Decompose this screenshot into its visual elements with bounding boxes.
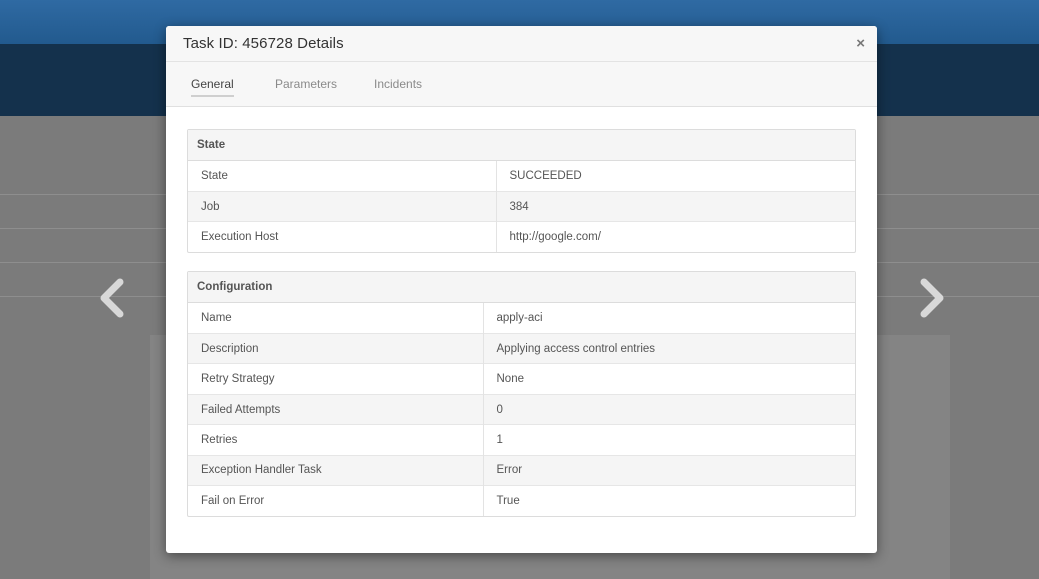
state-table: State SUCCEEDED Job 384 Execution Host h… — [188, 161, 855, 253]
row-key: Job — [188, 190, 497, 222]
row-key: State — [188, 161, 497, 192]
row-value: apply-aci — [496, 312, 543, 325]
active-tab-indicator — [191, 95, 234, 97]
section-title: State — [188, 130, 855, 161]
row-value: Applying access control entries — [483, 333, 855, 364]
row-key: Description — [188, 333, 484, 364]
configuration-table: Name apply-aci Description Applying acce… — [188, 303, 855, 516]
chevron-right-icon — [920, 278, 944, 318]
row-key: Name — [188, 303, 484, 334]
row-key: Exception Handler Task — [188, 454, 484, 486]
previous-arrow-button[interactable] — [92, 276, 136, 320]
state-section: State State SUCCEEDED Job 384 Execution … — [187, 129, 856, 254]
tab-incidents[interactable]: Incidents — [374, 77, 422, 91]
row-key: Retry Strategy — [188, 363, 484, 395]
configuration-section: Configuration Name apply-aci Description… — [187, 271, 856, 517]
table-row: Exception Handler Task Error — [188, 454, 855, 486]
row-key: Fail on Error — [188, 485, 484, 516]
tab-general[interactable]: General — [191, 77, 234, 91]
tab-bar: General Parameters Incidents — [166, 62, 877, 107]
table-row: Retry Strategy None — [188, 363, 855, 395]
row-value: 0 — [483, 393, 855, 425]
modal-header: Task ID: 456728 Details × — [166, 26, 877, 62]
task-details-modal: Task ID: 456728 Details × General Parame… — [166, 26, 877, 553]
row-value: 1 — [483, 424, 855, 456]
table-row: Description Applying access control entr… — [188, 333, 855, 364]
table-row: State SUCCEEDED — [188, 161, 855, 192]
next-arrow-button[interactable] — [908, 276, 952, 320]
table-row: Execution Host http://google.com/ — [188, 221, 855, 253]
section-title: Configuration — [188, 272, 855, 304]
table-row: Retries 1 — [188, 424, 855, 456]
row-value: http://google.com/ — [496, 221, 855, 253]
tab-parameters[interactable]: Parameters — [275, 77, 337, 91]
row-value: SUCCEEDED — [509, 169, 582, 182]
row-value: 384 — [496, 190, 855, 222]
close-icon[interactable]: × — [856, 35, 865, 52]
row-key: Failed Attempts — [188, 393, 484, 425]
row-key: Retries — [188, 424, 484, 456]
chevron-left-icon — [100, 278, 124, 318]
table-row: Job 384 — [188, 190, 855, 222]
row-key: Execution Host — [188, 221, 497, 253]
table-row: Name apply-aci — [188, 303, 855, 334]
table-row: Fail on Error True — [188, 485, 855, 516]
row-value: None — [483, 363, 855, 395]
modal-body: State State SUCCEEDED Job 384 Execution … — [166, 107, 877, 517]
row-value: Error — [483, 454, 855, 486]
row-value: True — [483, 485, 855, 516]
table-row: Failed Attempts 0 — [188, 393, 855, 425]
modal-title: Task ID: 456728 Details — [183, 35, 344, 52]
